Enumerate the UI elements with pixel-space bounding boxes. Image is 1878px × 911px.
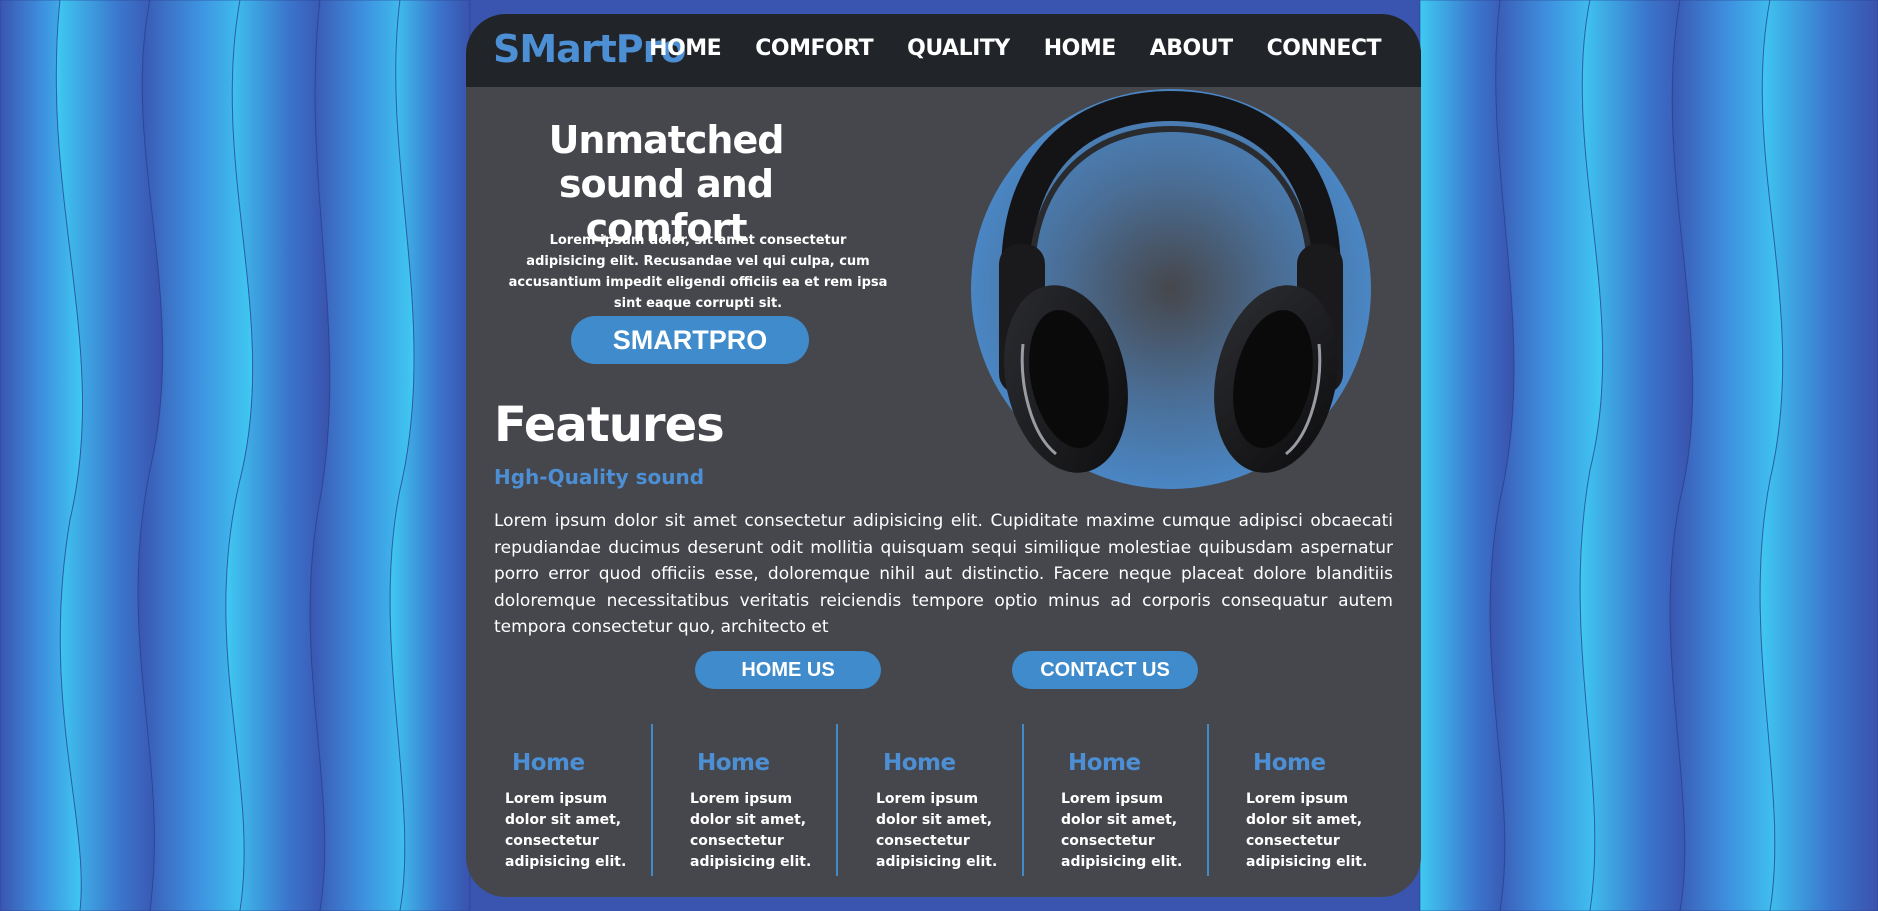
home-us-button[interactable]: HOME US [695,651,881,689]
nav-menu: HOME COMFORT QUALITY HOME ABOUT CONNECT [649,36,1381,61]
nav-link-home-2[interactable]: HOME [1044,36,1117,61]
contact-us-button[interactable]: CONTACT US [1012,651,1198,689]
footer-column-title[interactable]: Home [883,750,956,776]
footer-column-text: Lorem ipsum dolor sit amet, consectetur … [505,791,627,870]
footer-divider [1207,724,1209,876]
footer-divider [651,724,653,876]
footer-column: Home Lorem ipsum dolor sit amet, consect… [1235,718,1421,883]
footer-column-title[interactable]: Home [1253,750,1326,776]
footer-divider [1022,724,1024,876]
navbar: SMartPro HOME COMFORT QUALITY HOME ABOUT… [466,14,1421,87]
nav-link-connect[interactable]: CONNECT [1267,36,1382,61]
footer-column-text: Lorem ipsum dolor sit amet, consectetur … [876,791,998,870]
footer-columns: Home Lorem ipsum dolor sit amet, consect… [466,718,1421,883]
footer-column-title[interactable]: Home [1068,750,1141,776]
hero-text: Lorem ipsum dolor, sit amet consectetur … [508,233,888,311]
main-card: SMartPro HOME COMFORT QUALITY HOME ABOUT… [466,14,1421,897]
footer-column-text: Lorem ipsum dolor sit amet, consectetur … [690,791,812,870]
nav-link-comfort[interactable]: COMFORT [755,36,873,61]
nav-link-quality[interactable]: QUALITY [907,36,1010,61]
headphones-icon [961,84,1371,494]
features-title: Features [494,397,725,453]
footer-column-title[interactable]: Home [512,750,585,776]
footer-column-text: Lorem ipsum dolor sit amet, consectetur … [1246,791,1368,870]
features-subtitle: Hgh-Quality sound [494,465,705,489]
nav-link-home[interactable]: HOME [649,36,722,61]
smartpro-button[interactable]: SMARTPRO [571,316,809,364]
footer-column-text: Lorem ipsum dolor sit amet, consectetur … [1061,791,1183,870]
footer-divider [836,724,838,876]
footer-column-title[interactable]: Home [697,750,770,776]
nav-link-about[interactable]: ABOUT [1150,36,1233,61]
features-text: Lorem ipsum dolor sit amet consectetur a… [494,511,1393,637]
